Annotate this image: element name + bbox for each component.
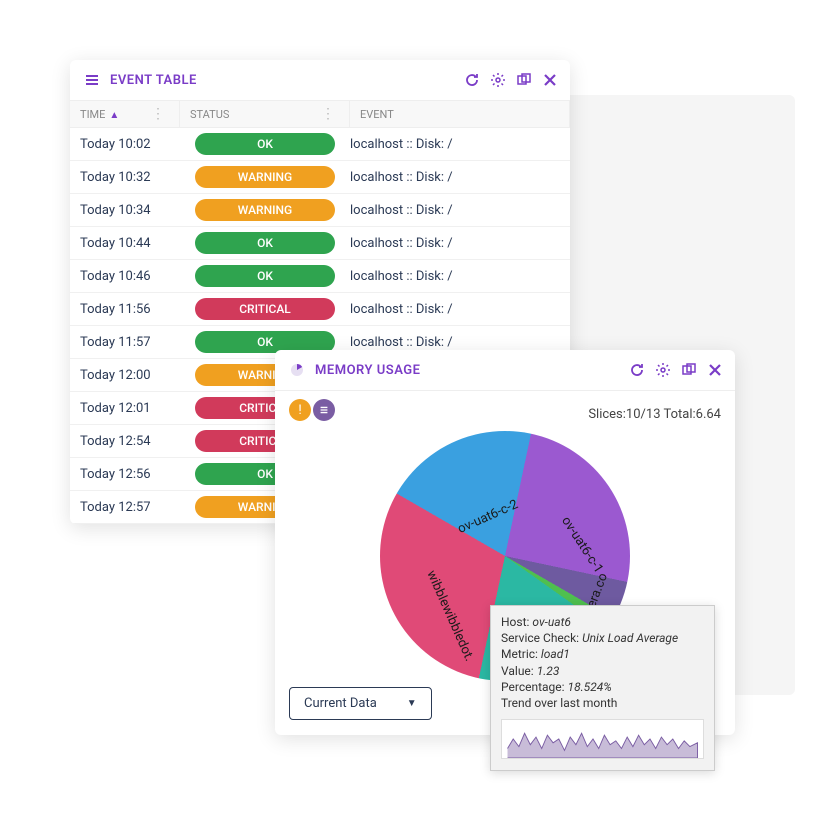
data-mode-dropdown[interactable]: Current Data ▼ [289, 687, 432, 720]
tooltip-host-key: Host: [501, 615, 529, 629]
sparkline-chart [501, 719, 704, 759]
pie-tooltip: Host: ov-uat6 Service Check: Unix Load A… [490, 605, 715, 771]
gear-icon[interactable] [490, 72, 506, 88]
memory-usage-header: MEMORY USAGE [275, 350, 735, 391]
tooltip-metric-value: load1 [541, 647, 570, 661]
cell-status: WARNING [180, 166, 350, 188]
status-badge: WARNING [195, 199, 335, 221]
list-badge-icon[interactable] [313, 399, 335, 421]
cell-time: Today 11:56 [80, 302, 180, 317]
menu-icon[interactable] [82, 70, 102, 90]
cell-event: localhost :: Disk: / [350, 335, 560, 350]
column-event[interactable]: EVENT [350, 101, 570, 127]
table-row[interactable]: Today 10:34 WARNING localhost :: Disk: / [70, 194, 570, 227]
cell-time: Today 10:44 [80, 236, 180, 251]
popout-icon[interactable] [681, 362, 697, 378]
dropdown-label: Current Data [304, 696, 377, 711]
cell-time: Today 10:32 [80, 170, 180, 185]
tooltip-pct-value: 18.524% [568, 680, 612, 694]
status-badge: OK [195, 133, 335, 155]
cell-time: Today 10:34 [80, 203, 180, 218]
cell-status: OK [180, 265, 350, 287]
cell-time: Today 12:54 [80, 434, 180, 449]
cell-event: localhost :: Disk: / [350, 269, 560, 284]
pie-icon [287, 360, 307, 380]
close-icon[interactable] [707, 362, 723, 378]
tooltip-value-key: Value: [501, 664, 534, 678]
tooltip-value-value: 1.23 [537, 664, 560, 678]
table-row[interactable]: Today 10:02 OK localhost :: Disk: / [70, 128, 570, 161]
cell-event: localhost :: Disk: / [350, 236, 560, 251]
column-event-label: EVENT [360, 108, 394, 121]
column-status-label: STATUS [190, 108, 229, 121]
tooltip-trend-label: Trend over last month [501, 695, 704, 711]
cell-event: localhost :: Disk: / [350, 170, 560, 185]
cell-time: Today 10:02 [80, 137, 180, 152]
cell-time: Today 12:00 [80, 368, 180, 383]
table-row[interactable]: Today 10:32 WARNING localhost :: Disk: / [70, 161, 570, 194]
slices-total-label: Slices:10/13 Total:6.64 [588, 407, 721, 422]
panel-title: EVENT TABLE [110, 73, 464, 88]
cell-time: Today 12:56 [80, 467, 180, 482]
chevron-down-icon: ▼ [407, 698, 417, 709]
refresh-icon[interactable] [464, 72, 480, 88]
column-status[interactable]: STATUS ⋮ [180, 101, 350, 127]
table-row[interactable]: Today 10:44 OK localhost :: Disk: / [70, 227, 570, 260]
cell-status: WARNING [180, 199, 350, 221]
cell-status: OK [180, 133, 350, 155]
status-badge: OK [195, 232, 335, 254]
tooltip-check-value: Unix Load Average [582, 631, 678, 645]
cell-event: localhost :: Disk: / [350, 137, 560, 152]
status-badge: OK [195, 265, 335, 287]
panel-title: MEMORY USAGE [315, 363, 629, 378]
cell-event: localhost :: Disk: / [350, 302, 560, 317]
event-table-columns: TIME ▲ ⋮ STATUS ⋮ EVENT [70, 101, 570, 128]
cell-status: CRITICAL [180, 298, 350, 320]
cell-event: localhost :: Disk: / [350, 203, 560, 218]
gear-icon[interactable] [655, 362, 671, 378]
column-handle-icon[interactable]: ⋮ [147, 107, 169, 121]
tooltip-check-key: Service Check: [501, 631, 579, 645]
warning-badge-icon[interactable]: ! [289, 399, 311, 421]
column-time[interactable]: TIME ▲ ⋮ [70, 101, 180, 127]
table-row[interactable]: Today 10:46 OK localhost :: Disk: / [70, 260, 570, 293]
cell-time: Today 12:01 [80, 401, 180, 416]
column-handle-icon[interactable]: ⋮ [317, 107, 339, 121]
tooltip-pct-key: Percentage: [501, 680, 565, 694]
close-icon[interactable] [542, 72, 558, 88]
cell-time: Today 12:57 [80, 500, 180, 515]
sort-asc-icon: ▲ [109, 110, 119, 121]
cell-status: OK [180, 232, 350, 254]
cell-time: Today 10:46 [80, 269, 180, 284]
refresh-icon[interactable] [629, 362, 645, 378]
popout-icon[interactable] [516, 72, 532, 88]
event-table-header: EVENT TABLE [70, 60, 570, 101]
tooltip-host-value: ov-uat6 [532, 615, 571, 629]
cell-time: Today 11:57 [80, 335, 180, 350]
tooltip-metric-key: Metric: [501, 647, 538, 661]
column-time-label: TIME [80, 108, 105, 121]
table-row[interactable]: Today 11:56 CRITICAL localhost :: Disk: / [70, 293, 570, 326]
status-badge: CRITICAL [195, 298, 335, 320]
status-badge: WARNING [195, 166, 335, 188]
